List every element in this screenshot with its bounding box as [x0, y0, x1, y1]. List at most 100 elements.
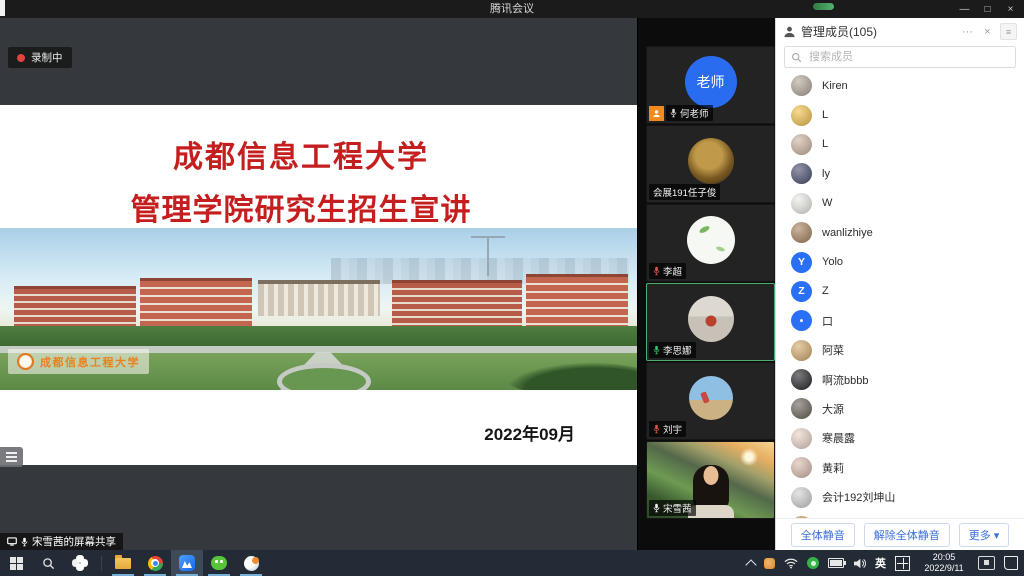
- video-tile-active-speaker[interactable]: 李思娜: [646, 283, 775, 361]
- taskbar-chrome[interactable]: [139, 550, 171, 576]
- mic-muted-icon: [653, 424, 660, 434]
- host-badge-icon: [649, 106, 664, 121]
- search-icon: [791, 52, 802, 63]
- minimize-button[interactable]: —: [953, 0, 976, 18]
- avatar: [791, 369, 812, 390]
- volume-icon[interactable]: [853, 558, 866, 569]
- folder-icon: [115, 558, 131, 569]
- avatar: [688, 296, 734, 342]
- avatar: [791, 193, 812, 214]
- media-popup-icon[interactable]: [978, 556, 995, 570]
- slide-date: 2022年09月: [484, 420, 575, 445]
- taskbar-search-button[interactable]: [32, 550, 64, 576]
- university-seal-icon: [17, 353, 34, 370]
- panel-more-icon[interactable]: ···: [960, 26, 975, 38]
- tray-app-icon[interactable]: [764, 558, 775, 569]
- action-center-icon[interactable]: [1004, 556, 1018, 570]
- chrome-icon: [148, 556, 163, 571]
- avatar: [791, 134, 812, 155]
- avatar: [791, 428, 812, 449]
- search-icon: [42, 557, 55, 570]
- tray-expand-icon[interactable]: [745, 559, 756, 570]
- taskbar-clock[interactable]: 20:05 2022/9/11: [919, 552, 969, 575]
- avatar: Y: [791, 252, 812, 273]
- list-icon: [6, 456, 17, 458]
- video-tile[interactable]: 刘宇: [646, 362, 775, 440]
- video-tile-teacher[interactable]: 老师 何老师: [646, 46, 775, 124]
- window-controls: — □ ×: [953, 0, 1022, 18]
- panel-close-icon[interactable]: ×: [980, 26, 995, 38]
- avatar: [791, 487, 812, 508]
- member-row[interactable]: 阿菜: [776, 336, 1024, 365]
- video-tile-camera-on[interactable]: 宋雪茜: [646, 441, 775, 519]
- member-row[interactable]: •口: [776, 306, 1024, 335]
- more-button[interactable]: 更多 ▾: [959, 523, 1010, 547]
- wifi-icon[interactable]: [784, 558, 798, 569]
- member-search-input[interactable]: [807, 50, 1009, 64]
- member-name: ly: [822, 168, 830, 180]
- member-row[interactable]: ZZ: [776, 277, 1024, 306]
- avatar: [791, 398, 812, 419]
- member-row[interactable]: wanlizhiye: [776, 218, 1024, 247]
- wechat-icon: [211, 556, 227, 570]
- participant-label: 李思娜: [649, 342, 696, 358]
- mic-icon: [21, 537, 28, 547]
- participant-name: 李思娜: [663, 343, 692, 357]
- panel-hamburger-icon[interactable]: ≡: [1000, 23, 1017, 40]
- start-button[interactable]: [0, 550, 32, 576]
- member-row[interactable]: 会计192刘坤山: [776, 482, 1024, 511]
- member-name: W: [822, 197, 832, 209]
- participant-label: 何老师: [666, 105, 713, 121]
- members-panel: 管理成员(105) ··· × ≡ Kiren L L ly W wanlizh…: [775, 18, 1024, 550]
- member-row[interactable]: YYolo: [776, 247, 1024, 276]
- battery-icon[interactable]: [828, 558, 844, 568]
- annotation-toolbar-button[interactable]: [0, 447, 23, 467]
- taskbar-wechat[interactable]: [203, 550, 235, 576]
- participant-label: 会展191任子俊: [649, 184, 720, 200]
- clock-date: 2022/9/11: [919, 563, 969, 574]
- member-name: 啊流bbbb: [822, 372, 868, 388]
- participant-label: 刘宇: [649, 421, 686, 437]
- maximize-button[interactable]: □: [976, 0, 999, 18]
- app-icon: [244, 556, 259, 571]
- unmute-all-button[interactable]: 解除全体静音: [864, 523, 950, 547]
- recording-badge[interactable]: 录制中: [8, 47, 72, 68]
- participant-name: 宋雪茜: [663, 501, 692, 515]
- member-row[interactable]: L: [776, 130, 1024, 159]
- taskbar-app-5[interactable]: [235, 550, 267, 576]
- member-row[interactable]: ly: [776, 159, 1024, 188]
- member-name: Z: [822, 285, 829, 297]
- member-row[interactable]: 黄莉: [776, 453, 1024, 482]
- member-row[interactable]: 啊流bbbb: [776, 365, 1024, 394]
- taskbar-pinwheel-app[interactable]: [64, 550, 96, 576]
- participant-name: 李超: [663, 264, 682, 278]
- pinwheel-icon: [72, 555, 88, 571]
- close-button[interactable]: ×: [999, 0, 1022, 18]
- presenter-share-text: 宋雪茜的屏幕共享: [32, 534, 116, 549]
- mute-all-button[interactable]: 全体静音: [791, 523, 855, 547]
- members-panel-header: 管理成员(105) ··· × ≡: [776, 18, 1024, 45]
- ime-icon[interactable]: [895, 556, 910, 571]
- avatar: Z: [791, 281, 812, 302]
- member-row[interactable]: W: [776, 189, 1024, 218]
- taskbar-tencent-meeting[interactable]: [171, 550, 203, 576]
- member-row[interactable]: 寒晨露: [776, 424, 1024, 453]
- screen-icon: [7, 537, 17, 546]
- member-search-box[interactable]: [784, 46, 1016, 68]
- avatar: •: [791, 310, 812, 331]
- avatar: [791, 75, 812, 96]
- member-row[interactable]: 大源: [776, 394, 1024, 423]
- member-row[interactable]: L: [776, 100, 1024, 129]
- member-list: Kiren L L ly W wanlizhiye YYolo ZZ •口 阿菜…: [776, 71, 1024, 539]
- university-logo-banner: 成都信息工程大学: [8, 349, 149, 374]
- video-tile[interactable]: 李超: [646, 204, 775, 282]
- member-row[interactable]: Kiren: [776, 71, 1024, 100]
- presentation-slide: 成都信息工程大学 管理学院研究生招生宣讲 成都信息工程大学: [0, 105, 637, 465]
- taskbar-file-explorer[interactable]: [107, 550, 139, 576]
- video-tile[interactable]: 会展191任子俊: [646, 125, 775, 203]
- recording-dot-icon: [17, 54, 25, 62]
- tray-security-icon[interactable]: [807, 557, 819, 569]
- language-indicator[interactable]: 英: [875, 555, 886, 571]
- member-name: wanlizhiye: [822, 227, 873, 239]
- participant-label: 李超: [649, 263, 686, 279]
